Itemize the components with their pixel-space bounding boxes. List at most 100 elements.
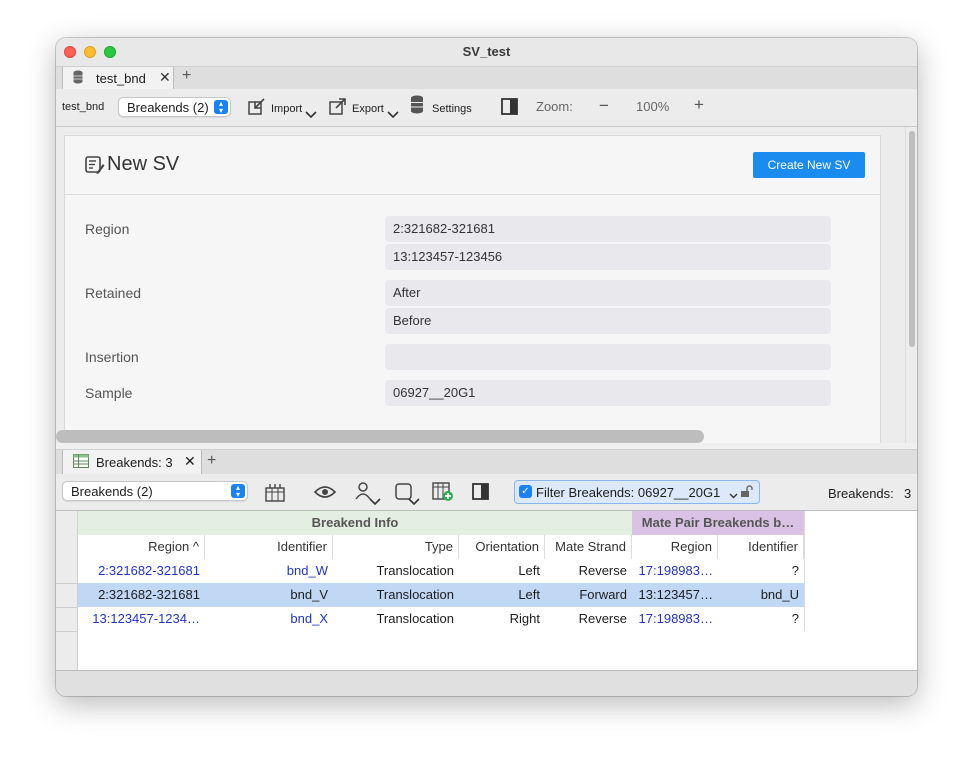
insertion-label: Insertion bbox=[85, 349, 139, 365]
column-chooser-icon[interactable] bbox=[265, 483, 285, 507]
add-tab-icon[interactable]: + bbox=[207, 452, 216, 470]
export-button[interactable]: Export bbox=[352, 103, 384, 115]
table-toolbar: Breakends (2) ▴ ▾ ✓ Filter Breakends: 06… bbox=[56, 474, 917, 511]
column-header-identifier[interactable]: Identifier bbox=[205, 535, 333, 559]
column-header-mate-strand[interactable]: Mate Strand bbox=[545, 535, 632, 559]
database-name-label: test_bnd bbox=[62, 101, 105, 113]
form-panel: New SV Create New SV Region 2:321682-321… bbox=[56, 127, 917, 445]
retained-field-1[interactable]: After bbox=[385, 280, 831, 306]
window-title: SV_test bbox=[462, 44, 511, 59]
stepper-arrows-icon: ▴ ▾ bbox=[231, 484, 245, 499]
group-header-breakend-info: Breakend Info bbox=[78, 511, 632, 535]
breakends-count-label: Breakends: bbox=[828, 486, 894, 501]
selection-chevron-down-icon[interactable] bbox=[408, 498, 420, 509]
column-header-orientation[interactable]: Orientation bbox=[459, 535, 545, 559]
eye-icon[interactable] bbox=[313, 485, 337, 504]
settings-database-icon[interactable] bbox=[410, 95, 426, 120]
filter-field[interactable]: ✓ Filter Breakends: 06927__20G1 bbox=[514, 480, 760, 504]
export-icon[interactable] bbox=[329, 97, 347, 120]
column-header-type[interactable]: Type bbox=[333, 535, 459, 559]
cell-type: Translocation bbox=[376, 611, 454, 626]
filter-chevron-down-icon[interactable] bbox=[729, 487, 738, 502]
person-chevron-down-icon[interactable] bbox=[369, 498, 381, 509]
cell-mate-strand: Reverse bbox=[578, 611, 627, 626]
settings-button[interactable]: Settings bbox=[432, 103, 472, 115]
group-header-mate-pair: Mate Pair Breakends b… bbox=[632, 511, 804, 535]
region-label: Region bbox=[85, 221, 130, 237]
horizontal-scroll-thumb[interactable] bbox=[56, 430, 704, 443]
new-sv-card: New SV Create New SV Region 2:321682-321… bbox=[64, 135, 881, 445]
cell-region[interactable]: 2:321682-321681 bbox=[78, 583, 205, 607]
cell-orientation: Left bbox=[518, 563, 540, 578]
breakends-count-value: 3 bbox=[904, 486, 912, 501]
table-tab-bar: Breakends: 3 ✕ + bbox=[56, 449, 917, 475]
cell-identifier[interactable]: bnd_W bbox=[205, 559, 333, 583]
add-tab-icon[interactable]: + bbox=[182, 67, 191, 85]
close-tab-icon[interactable]: ✕ bbox=[184, 453, 196, 470]
vertical-scroll-thumb[interactable] bbox=[909, 131, 915, 347]
cell-type: Translocation bbox=[376, 587, 454, 602]
stepper-arrows-icon: ▴ ▾ bbox=[214, 100, 228, 115]
filter-checkbox[interactable]: ✓ bbox=[519, 485, 532, 498]
table-view-select-value: Breakends (2) bbox=[71, 484, 153, 499]
import-button[interactable]: Import bbox=[271, 103, 302, 115]
unlock-icon[interactable] bbox=[740, 485, 754, 501]
import-icon[interactable] bbox=[248, 97, 266, 120]
row-header-gutter bbox=[56, 511, 78, 670]
close-tab-icon[interactable]: ✕ bbox=[159, 69, 171, 86]
table-view-select[interactable]: Breakends (2) ▴ ▾ bbox=[62, 481, 248, 501]
zoom-label: Zoom: bbox=[536, 99, 573, 114]
cell-mate-region[interactable]: 13:123457… bbox=[632, 583, 718, 607]
cell-orientation: Left bbox=[518, 587, 540, 602]
zoom-value: 100% bbox=[636, 99, 670, 114]
cell-type: Translocation bbox=[376, 563, 454, 578]
cell-region[interactable]: 2:321682-321681 bbox=[78, 559, 205, 583]
database-icon bbox=[73, 70, 83, 87]
tab-test-bnd[interactable]: test_bnd ✕ bbox=[62, 67, 174, 89]
retained-label: Retained bbox=[85, 285, 142, 301]
cell-orientation: Right bbox=[509, 611, 540, 626]
table-icon bbox=[73, 454, 89, 471]
vertical-scrollbar[interactable] bbox=[905, 127, 917, 445]
sample-label: Sample bbox=[85, 385, 133, 401]
cell-mate-identifier: ? bbox=[791, 563, 799, 578]
column-header-region[interactable]: Region ^ bbox=[78, 535, 205, 559]
region-field-1[interactable]: 2:321682-321681 bbox=[385, 216, 831, 242]
view-select[interactable]: Breakends (2) ▴ ▾ bbox=[118, 97, 231, 117]
document-tab-bar: test_bnd ✕ + bbox=[56, 66, 917, 90]
export-chevron-down-icon[interactable] bbox=[387, 111, 399, 122]
cell-identifier[interactable]: bnd_X bbox=[205, 607, 333, 631]
cell-mate-identifier[interactable]: bnd_U bbox=[718, 583, 804, 607]
status-bar bbox=[56, 670, 917, 696]
main-toolbar: test_bnd Breakends (2) ▴ ▾ Import Export … bbox=[56, 89, 917, 127]
cell-identifier[interactable]: bnd_V bbox=[205, 583, 333, 607]
zoom-in-button[interactable]: + bbox=[694, 95, 704, 115]
create-new-sv-button[interactable]: Create New SV bbox=[753, 152, 865, 178]
add-row-icon[interactable] bbox=[432, 482, 454, 507]
tab-breakends[interactable]: Breakends: 3 ✕ bbox=[62, 450, 202, 474]
toggle-sidebar-icon[interactable] bbox=[501, 98, 518, 120]
cell-mate-region[interactable]: 17:198983… bbox=[632, 559, 718, 583]
edit-note-icon bbox=[85, 155, 105, 180]
breakends-table: Breakend Info Mate Pair Breakends b… Reg… bbox=[56, 511, 917, 670]
zoom-out-button[interactable]: − bbox=[599, 96, 609, 116]
import-chevron-down-icon[interactable] bbox=[305, 111, 317, 122]
view-select-value: Breakends (2) bbox=[127, 100, 209, 115]
column-header-mate-identifier[interactable]: Identifier bbox=[718, 535, 804, 559]
cell-mate-identifier: ? bbox=[791, 611, 799, 626]
cell-mate-strand: Reverse bbox=[578, 563, 627, 578]
tab-label: Breakends: 3 bbox=[96, 455, 173, 470]
insertion-field[interactable] bbox=[385, 344, 831, 370]
column-header-mate-region[interactable]: Region bbox=[632, 535, 718, 559]
cell-region[interactable]: 13:123457-1234… bbox=[78, 607, 205, 631]
tab-label: test_bnd bbox=[96, 71, 146, 86]
title-bar: SV_test bbox=[56, 38, 917, 66]
sample-field[interactable]: 06927__20G1 bbox=[385, 380, 831, 406]
retained-field-2[interactable]: Before bbox=[385, 308, 831, 334]
app-window: SV_test test_bnd ✕ + test_bnd Breakends … bbox=[56, 38, 917, 696]
region-field-2[interactable]: 13:123457-123456 bbox=[385, 244, 831, 270]
card-title: New SV bbox=[107, 153, 180, 175]
cell-mate-region[interactable]: 17:198983… bbox=[632, 607, 718, 631]
toggle-inspector-icon[interactable] bbox=[472, 483, 489, 505]
filter-text: Filter Breakends: 06927__20G1 bbox=[536, 485, 721, 500]
